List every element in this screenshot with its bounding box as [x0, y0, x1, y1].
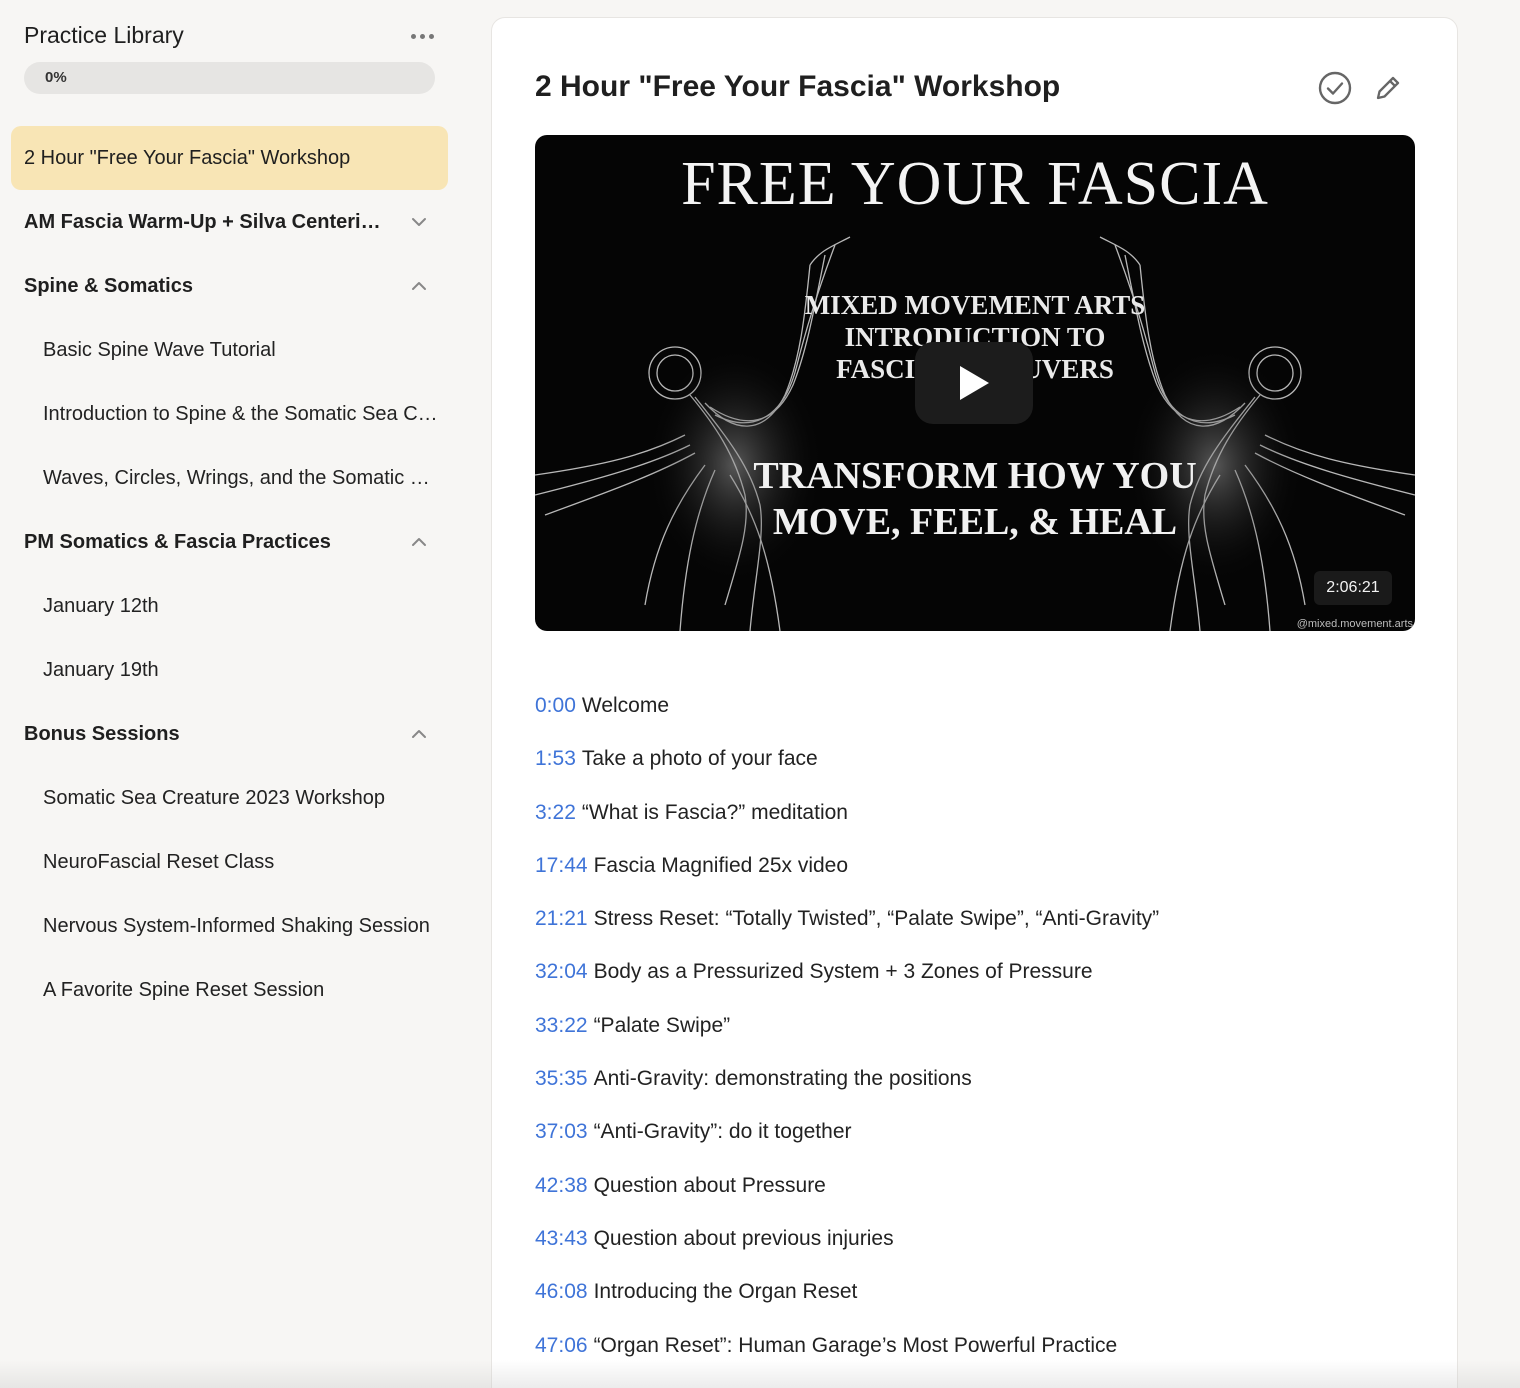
lesson-item-label: January 12th: [43, 594, 159, 617]
section-bonus-sessions[interactable]: Bonus Sessions: [24, 714, 440, 754]
chapter-item: 46:08 Introducing the Organ Reset: [535, 1280, 1415, 1333]
lesson-item[interactable]: Basic Spine Wave Tutorial: [43, 330, 439, 370]
lesson-item-label: Nervous System-Informed Shaking Session: [43, 914, 430, 937]
lesson-item-label: 2 Hour "Free Your Fascia" Workshop: [24, 146, 351, 169]
video-player[interactable]: FREE YOUR FASCIA MIXED MOVEMENT ARTS INT…: [535, 135, 1415, 631]
chapter-item: 3:22 “What is Fascia?” meditation: [535, 801, 1415, 854]
chapter-timestamp[interactable]: 46:08: [535, 1280, 588, 1304]
chapter-item: 32:04 Body as a Pressurized System + 3 Zo…: [535, 960, 1415, 1013]
video-watermark: @mixed.movement.arts: [1296, 618, 1413, 630]
chevron-up-icon[interactable]: [408, 723, 430, 745]
video-duration: 2:06:21: [1314, 571, 1392, 605]
more-dots-icon[interactable]: [406, 24, 438, 48]
lesson-item[interactable]: January 19th: [43, 650, 439, 690]
chapter-timestamp[interactable]: 35:35: [535, 1067, 588, 1091]
lesson-item[interactable]: NeuroFascial Reset Class: [43, 842, 439, 882]
chevron-down-icon[interactable]: [408, 211, 430, 233]
chapter-text: Anti-Gravity: demonstrating the position…: [593, 1067, 972, 1091]
lesson-item[interactable]: A Favorite Spine Reset Session: [43, 970, 439, 1010]
chapter-timestamp[interactable]: 42:38: [535, 1174, 588, 1198]
chapter-text: Introducing the Organ Reset: [593, 1280, 858, 1304]
chapter-text: Question about previous injuries: [593, 1226, 894, 1250]
chapter-item: 42:38 Question about Pressure: [535, 1174, 1415, 1227]
chapter-text: “What is Fascia?” meditation: [581, 800, 848, 824]
chapter-item: 33:22 “Palate Swipe”: [535, 1014, 1415, 1067]
section-label: AM Fascia Warm-Up + Silva Centering: [24, 210, 384, 233]
pencil-icon[interactable]: [1372, 72, 1404, 104]
lesson-item-label: January 19th: [43, 658, 159, 681]
chapter-timestamp[interactable]: 32:04: [535, 960, 588, 984]
chevron-up-icon[interactable]: [408, 531, 430, 553]
chapter-text: Question about Pressure: [593, 1173, 826, 1197]
chapter-item: 17:44 Fascia Magnified 25x video: [535, 854, 1415, 907]
chapter-item: 35:35 Anti-Gravity: demonstrating the pos…: [535, 1067, 1415, 1120]
lesson-item[interactable]: Introduction to Spine & the Somatic Sea …: [43, 394, 439, 434]
check-circle-icon[interactable]: [1318, 71, 1352, 105]
chapter-text: Stress Reset: “Totally Twisted”, “Palate…: [593, 907, 1160, 931]
video-tagline: TRANSFORM HOW YOU MOVE, FEEL, & HEAL: [753, 455, 1197, 543]
lesson-item[interactable]: Somatic Sea Creature 2023 Workshop: [43, 778, 439, 818]
lesson-item-label: Basic Spine Wave Tutorial: [43, 338, 276, 361]
chapter-text: Welcome: [581, 694, 670, 717]
chapter-item: 21:21 Stress Reset: “Totally Twisted”, “P…: [535, 907, 1415, 960]
progress-label: 0%: [45, 69, 67, 86]
lesson-item[interactable]: Waves, Circles, Wrings, and the Somatic …: [43, 458, 439, 498]
progress-bar: 0%: [24, 62, 435, 94]
lesson-item-active[interactable]: 2 Hour "Free Your Fascia" Workshop: [11, 126, 448, 190]
lesson-item[interactable]: Nervous System-Informed Shaking Session: [43, 906, 439, 946]
chapter-item: 0:00 Welcome: [535, 694, 1415, 747]
chapter-timestamp[interactable]: 3:22: [535, 801, 576, 825]
lesson-item-label: Somatic Sea Creature 2023 Workshop: [43, 786, 386, 809]
lesson-card: 2 Hour "Free Your Fascia" Workshop FREE …: [491, 17, 1458, 1388]
lesson-item-label: A Favorite Spine Reset Session: [43, 978, 325, 1001]
chapter-text: Body as a Pressurized System + 3 Zones o…: [593, 960, 1093, 984]
library-title: Practice Library: [24, 22, 184, 48]
chapter-text: “Organ Reset”: Human Garage’s Most Power…: [593, 1333, 1118, 1357]
chapter-timestamp[interactable]: 1:53: [535, 747, 576, 771]
section-label: Bonus Sessions: [24, 722, 180, 745]
chapter-item: 1:53 Take a photo of your face: [535, 747, 1415, 800]
chapter-text: Fascia Magnified 25x video: [593, 853, 849, 877]
chapter-text: “Palate Swipe”: [593, 1013, 731, 1037]
section-spine-somatics[interactable]: Spine & Somatics: [24, 266, 440, 306]
chapter-timestamp[interactable]: 0:00: [535, 694, 576, 718]
lesson-item-label: Introduction to Spine & the Somatic Sea …: [43, 402, 439, 425]
lesson-item-label: Waves, Circles, Wrings, and the Somatic …: [43, 466, 439, 489]
play-icon: [960, 366, 989, 400]
chapter-item: 47:06 “Organ Reset”: Human Garage’s Most …: [535, 1334, 1415, 1387]
chapter-timestamp[interactable]: 33:22: [535, 1014, 588, 1038]
section-pm-somatics-fascia[interactable]: PM Somatics & Fascia Practices: [24, 522, 440, 562]
chevron-up-icon[interactable]: [408, 275, 430, 297]
video-headline: FREE YOUR FASCIA: [681, 150, 1269, 218]
chapter-timestamp[interactable]: 17:44: [535, 854, 588, 878]
chapter-timestamp[interactable]: 47:06: [535, 1334, 588, 1358]
section-am-fascia-warm-up[interactable]: AM Fascia Warm-Up + Silva Centering: [24, 202, 440, 242]
chapter-text: Take a photo of your face: [581, 747, 818, 771]
lesson-item-label: NeuroFascial Reset Class: [43, 850, 275, 873]
chapter-timestamp[interactable]: 37:03: [535, 1120, 588, 1144]
section-label: PM Somatics & Fascia Practices: [24, 530, 331, 553]
chapter-item: 37:03 “Anti-Gravity”: do it together: [535, 1120, 1415, 1173]
play-button[interactable]: [915, 342, 1033, 424]
chapter-text: “Anti-Gravity”: do it together: [593, 1120, 852, 1144]
lesson-item[interactable]: January 12th: [43, 586, 439, 626]
chapter-timestamp[interactable]: 21:21: [535, 907, 588, 931]
lesson-title: 2 Hour "Free Your Fascia" Workshop: [535, 70, 1061, 103]
section-label: Spine & Somatics: [24, 274, 193, 297]
chapter-item: 43:43 Question about previous injuries: [535, 1227, 1415, 1280]
chapter-list: 0:00 Welcome 1:53 Take a photo of your fac…: [535, 694, 1415, 1387]
chapter-timestamp[interactable]: 43:43: [535, 1227, 588, 1251]
practice-library-sidebar: Practice Library 0% 2 Hour "Free Your Fa…: [0, 0, 460, 1388]
